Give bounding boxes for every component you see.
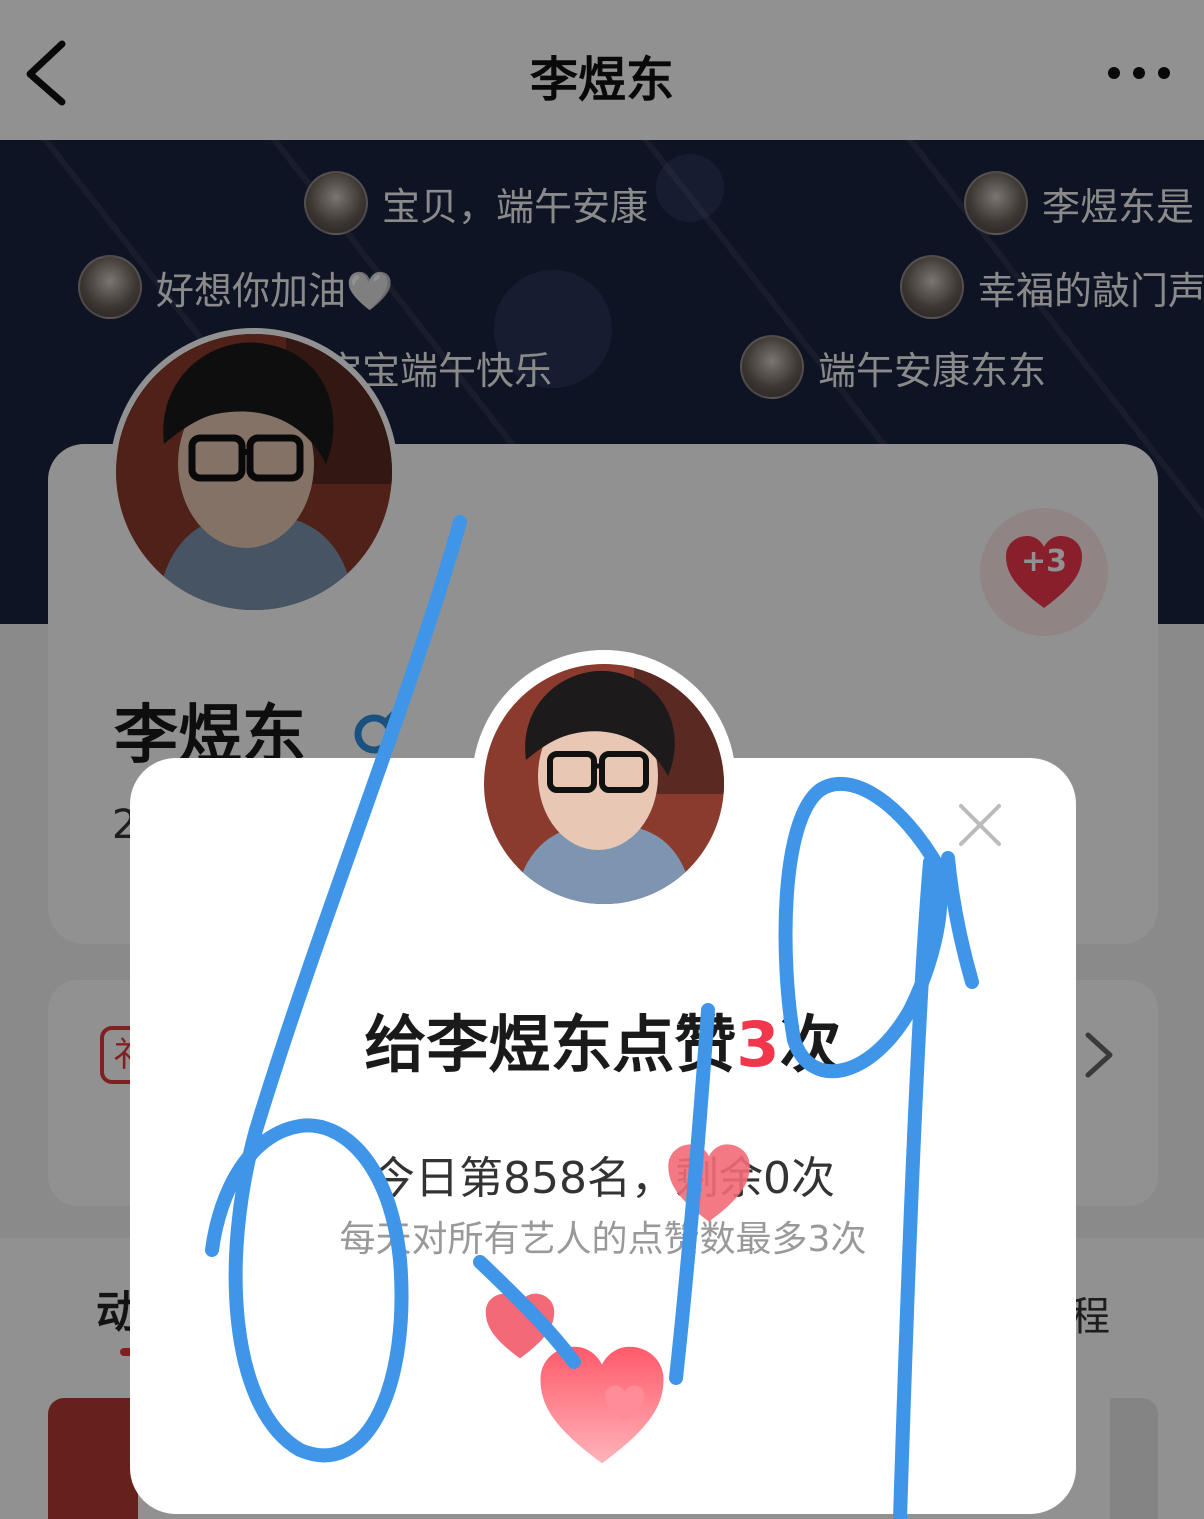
modal-title: 给李煜东点赞3次	[364, 1008, 842, 1081]
rank-text: 今日第858名，剩余0次	[371, 1153, 835, 1204]
heart-icon	[540, 1346, 664, 1464]
modal-avatar	[484, 664, 724, 904]
like-count: 3	[736, 1008, 780, 1081]
close-icon[interactable]	[955, 800, 1005, 850]
rule-text: 每天对所有艺人的点赞数最多3次	[339, 1219, 867, 1260]
heart-icon	[668, 1144, 750, 1222]
